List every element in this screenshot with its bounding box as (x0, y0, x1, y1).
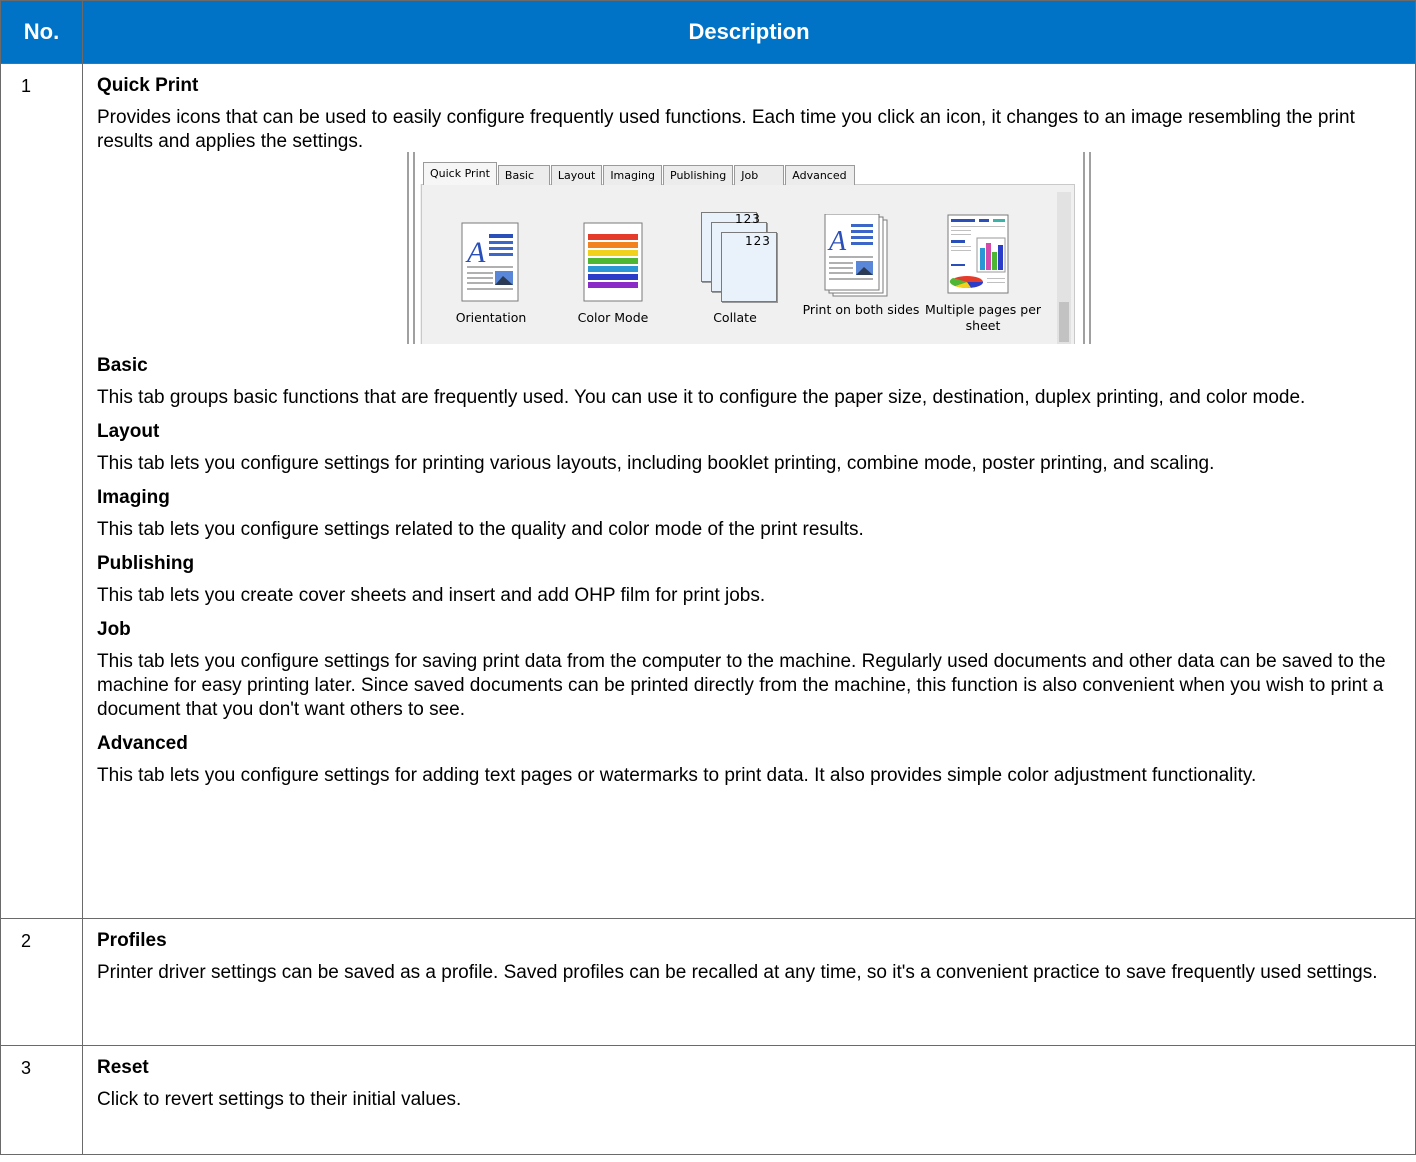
row-number: 2 (0, 918, 83, 1046)
scrollbar-thumb[interactable] (1059, 302, 1069, 342)
row-number: 1 (0, 63, 83, 919)
section-title: Publishing (97, 553, 195, 574)
section-text: This tab lets you configure settings for… (97, 651, 1386, 720)
divider (1089, 152, 1091, 344)
svg-text:A: A (827, 226, 847, 257)
tab-strip: Quick Print Basic Layout Imaging Publish… (423, 162, 856, 185)
section-title: Profiles (97, 930, 167, 951)
divider (1083, 152, 1085, 344)
section-text: This tab lets you configure settings rel… (97, 519, 864, 540)
section-title: Basic (97, 355, 148, 376)
color-mode-button[interactable] (583, 222, 643, 304)
scrollbar[interactable] (1057, 192, 1071, 344)
section-title: Layout (97, 421, 160, 442)
table-row: 1 Quick Print Provides icons that can be… (0, 63, 1416, 919)
quick-print-screenshot: Quick Print Basic Layout Imaging Publish… (403, 152, 1093, 344)
icon-label: Print on both sides (802, 302, 920, 317)
tab-publishing[interactable]: Publishing (663, 165, 734, 185)
header-description: Description (82, 0, 1416, 64)
row-description: Quick Print Provides icons that can be u… (82, 63, 1416, 919)
section-title: Imaging (97, 487, 170, 508)
collate-icon: 123 (735, 212, 761, 226)
table-row: 2 Profiles Printer driver settings can b… (0, 918, 1416, 1046)
tab-layout[interactable]: Layout (550, 165, 603, 185)
row-number: 3 (0, 1045, 83, 1155)
table-row: 3 Reset Click to revert settings to thei… (0, 1045, 1416, 1155)
tab-basic[interactable]: Basic (497, 165, 550, 185)
color-mode-icon (583, 222, 643, 302)
section-text: This tab lets you create cover sheets an… (97, 585, 766, 606)
section-title: Quick Print (97, 75, 199, 96)
section-title: Advanced (97, 733, 188, 754)
divider (407, 152, 409, 344)
tab-job[interactable]: Job (734, 165, 785, 185)
tab-imaging[interactable]: Imaging (603, 165, 663, 185)
section-text: This tab lets you configure settings for… (97, 765, 1257, 786)
section-title: Reset (97, 1057, 149, 1078)
tab-advanced[interactable]: Advanced (785, 165, 856, 185)
section-text: Click to revert settings to their initia… (97, 1089, 462, 1110)
orientation-button[interactable]: A (461, 222, 521, 304)
icon-label: Color Mode (577, 310, 649, 325)
tab-quick-print[interactable]: Quick Print (423, 162, 497, 185)
icon-label: Collate (713, 310, 757, 325)
multiple-pages-icon (947, 214, 1009, 294)
row-description: Profiles Printer driver settings can be … (82, 918, 1416, 1046)
duplex-button[interactable]: A (823, 213, 893, 297)
duplex-icon: A (824, 213, 888, 297)
orientation-icon: A (461, 222, 519, 302)
svg-text:A: A (465, 236, 486, 269)
description-table: No. Description 1 Quick Print Provides i… (0, 0, 1416, 1155)
table-header-row: No. Description (0, 0, 1416, 64)
section-text: Printer driver settings can be saved as … (97, 962, 1378, 983)
icon-label: Orientation (455, 310, 527, 325)
multiple-pages-button[interactable] (947, 214, 1013, 296)
section-title: Job (97, 619, 131, 640)
icon-label: Multiple pages per sheet (924, 302, 1042, 333)
section-text: This tab groups basic functions that are… (97, 387, 1306, 408)
section-text: Provides icons that can be used to easil… (97, 107, 1355, 152)
row-description: Reset Click to revert settings to their … (82, 1045, 1416, 1155)
divider (413, 152, 415, 344)
collate-button[interactable]: 123 123 (701, 212, 791, 302)
section-text: This tab lets you configure settings for… (97, 453, 1215, 474)
header-no: No. (0, 0, 83, 64)
